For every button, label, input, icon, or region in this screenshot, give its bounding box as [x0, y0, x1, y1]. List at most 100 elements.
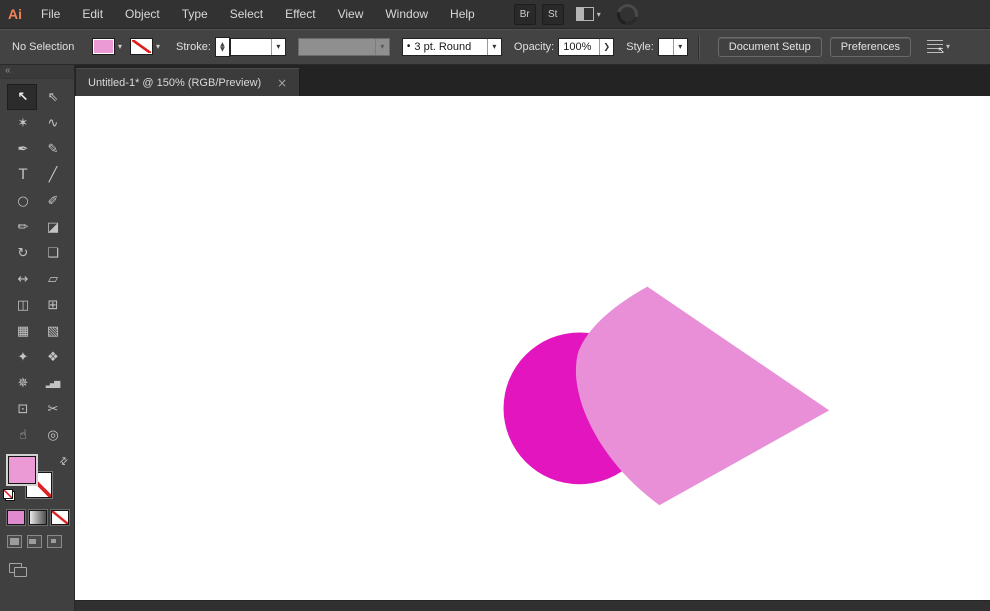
- app-logo-icon: Ai: [8, 6, 22, 22]
- style-select[interactable]: ▾: [657, 37, 688, 56]
- menu-window[interactable]: Window: [374, 0, 439, 28]
- hand-tool[interactable]: ☝: [7, 422, 37, 448]
- width-tool-icon: ↔: [17, 271, 29, 287]
- opacity-label[interactable]: Opacity:: [514, 41, 554, 53]
- line-segment-tool[interactable]: ╱: [37, 162, 67, 188]
- paint-mode-row: [0, 510, 74, 525]
- brush-style-select[interactable]: • 3 pt. Round ▾: [401, 37, 502, 56]
- mesh-tool[interactable]: ▦: [7, 318, 37, 344]
- fill-swatch[interactable]: [8, 456, 36, 484]
- eyedropper-tool[interactable]: ✦: [7, 344, 37, 370]
- chevron-down-icon[interactable]: ▾: [672, 38, 687, 55]
- stroke-weight-stepper[interactable]: ▲ ▼: [214, 36, 230, 57]
- draw-inside-button[interactable]: [47, 535, 62, 548]
- slice-tool[interactable]: ✂: [37, 396, 67, 422]
- brush-definition-select: ▾: [297, 37, 390, 56]
- menu-object[interactable]: Object: [114, 0, 171, 28]
- eraser-tool[interactable]: ◪: [37, 214, 67, 240]
- curvature-tool[interactable]: ✎: [37, 136, 67, 162]
- draw-normal-button[interactable]: [7, 535, 22, 548]
- lasso-tool[interactable]: ∿: [37, 110, 67, 136]
- fill-color-control[interactable]: ▾: [92, 38, 122, 55]
- brush-preview-icon: •: [406, 41, 411, 52]
- document-setup-button[interactable]: Document Setup: [717, 36, 822, 57]
- opacity-value: 100%: [563, 40, 592, 53]
- zoom-tool[interactable]: ◎: [37, 422, 67, 448]
- gradient-tool[interactable]: ▧: [37, 318, 67, 344]
- gradient-button[interactable]: [29, 510, 47, 525]
- scale-tool[interactable]: ❏: [37, 240, 67, 266]
- selection-tool[interactable]: ↖: [7, 84, 37, 110]
- menu-view[interactable]: View: [327, 0, 375, 28]
- pencil-tool[interactable]: ✏: [7, 214, 37, 240]
- free-transform-tool[interactable]: ▱: [37, 266, 67, 292]
- curvature-tool-icon: ✎: [47, 141, 59, 157]
- width-tool[interactable]: ↔: [7, 266, 37, 292]
- stroke-color-swatch[interactable]: [130, 38, 154, 55]
- shape-builder-tool-icon: ◫: [16, 297, 29, 313]
- menu-edit[interactable]: Edit: [71, 0, 114, 28]
- default-fill-stroke-icon[interactable]: [3, 489, 15, 501]
- type-tool[interactable]: T: [7, 162, 37, 188]
- opacity-input[interactable]: 100% ❯: [558, 37, 615, 56]
- menu-type[interactable]: Type: [171, 0, 219, 28]
- menu-help[interactable]: Help: [439, 0, 486, 28]
- swap-fill-stroke-icon[interactable]: ⇄: [57, 455, 71, 469]
- chevron-down-icon: ▾: [946, 42, 951, 51]
- shape-builder-tool[interactable]: ◫: [7, 292, 37, 318]
- pen-tool[interactable]: ✒: [7, 136, 37, 162]
- artboard-tool[interactable]: ⊡: [7, 396, 37, 422]
- arrange-documents-button[interactable]: ▾: [575, 7, 601, 21]
- artwork-svg: [503, 286, 830, 506]
- selection-tool-icon: ↖: [17, 89, 29, 105]
- chevron-down-icon[interactable]: ▾: [270, 38, 285, 55]
- gradient-tool-icon: ▧: [46, 323, 59, 339]
- symbol-sprayer-tool[interactable]: ✵: [7, 370, 37, 396]
- column-graph-tool[interactable]: ▂▄▆: [37, 370, 67, 396]
- rotate-tool[interactable]: ↻: [7, 240, 37, 266]
- color-button[interactable]: [7, 510, 25, 525]
- chevron-down-icon[interactable]: ▾: [118, 42, 122, 51]
- bridge-button[interactable]: Br: [513, 3, 536, 25]
- blend-tool-icon: ❖: [47, 349, 59, 365]
- slice-tool-icon: ✂: [47, 401, 59, 417]
- workspace-control[interactable]: ↖ ▾: [927, 40, 951, 56]
- none-button[interactable]: [51, 510, 69, 525]
- screen-mode-button[interactable]: [9, 563, 27, 577]
- preferences-button[interactable]: Preferences: [829, 36, 912, 57]
- perspective-grid-tool[interactable]: ⊞: [37, 292, 67, 318]
- stroke-weight-value: [231, 39, 271, 55]
- paintbrush-tool-icon: ✐: [47, 193, 59, 209]
- chevron-down-icon[interactable]: ▾: [486, 38, 501, 55]
- stroke-color-control[interactable]: ▾: [130, 38, 160, 55]
- menu-file[interactable]: File: [30, 0, 71, 28]
- mesh-tool-icon: ▦: [16, 323, 29, 339]
- collapse-panel-button[interactable]: «: [5, 65, 11, 76]
- paintbrush-tool[interactable]: ✐: [37, 188, 67, 214]
- blend-tool[interactable]: ❖: [37, 344, 67, 370]
- screen-mode-row: [0, 562, 74, 580]
- fill-stroke-widget: ⇄: [0, 455, 74, 506]
- menu-bar: Ai File Edit Object Type Select Effect View Win…: [0, 0, 990, 29]
- document-tab[interactable]: Untitled-1* @ 150% (RGB/Preview) ×: [76, 68, 301, 96]
- ellipse-tool[interactable]: ○: [7, 188, 37, 214]
- type-tool-icon: T: [18, 167, 27, 183]
- stock-button[interactable]: St: [541, 3, 564, 25]
- sync-swirl-icon[interactable]: [612, 0, 642, 29]
- stepper-down-icon[interactable]: ▼: [220, 46, 225, 52]
- canvas[interactable]: [75, 96, 990, 600]
- chevron-down-icon[interactable]: ▾: [156, 42, 160, 51]
- brush-style-value: 3 pt. Round: [414, 40, 472, 53]
- menu-effect[interactable]: Effect: [274, 0, 326, 28]
- tab-close-icon[interactable]: ×: [277, 76, 287, 90]
- draw-behind-button[interactable]: [27, 535, 42, 548]
- direct-selection-tool[interactable]: ⇖: [37, 84, 67, 110]
- fill-color-swatch[interactable]: [92, 38, 115, 55]
- menu-select[interactable]: Select: [219, 0, 274, 28]
- magic-wand-tool[interactable]: ✶: [7, 110, 37, 136]
- chevron-down-icon: ▾: [374, 38, 389, 55]
- chevron-right-icon[interactable]: ❯: [599, 38, 613, 55]
- stroke-weight-select[interactable]: ▾: [229, 37, 286, 56]
- selection-status: No Selection: [12, 40, 75, 53]
- illustrator-window: Ai File Edit Object Type Select Effect View Win…: [0, 0, 990, 611]
